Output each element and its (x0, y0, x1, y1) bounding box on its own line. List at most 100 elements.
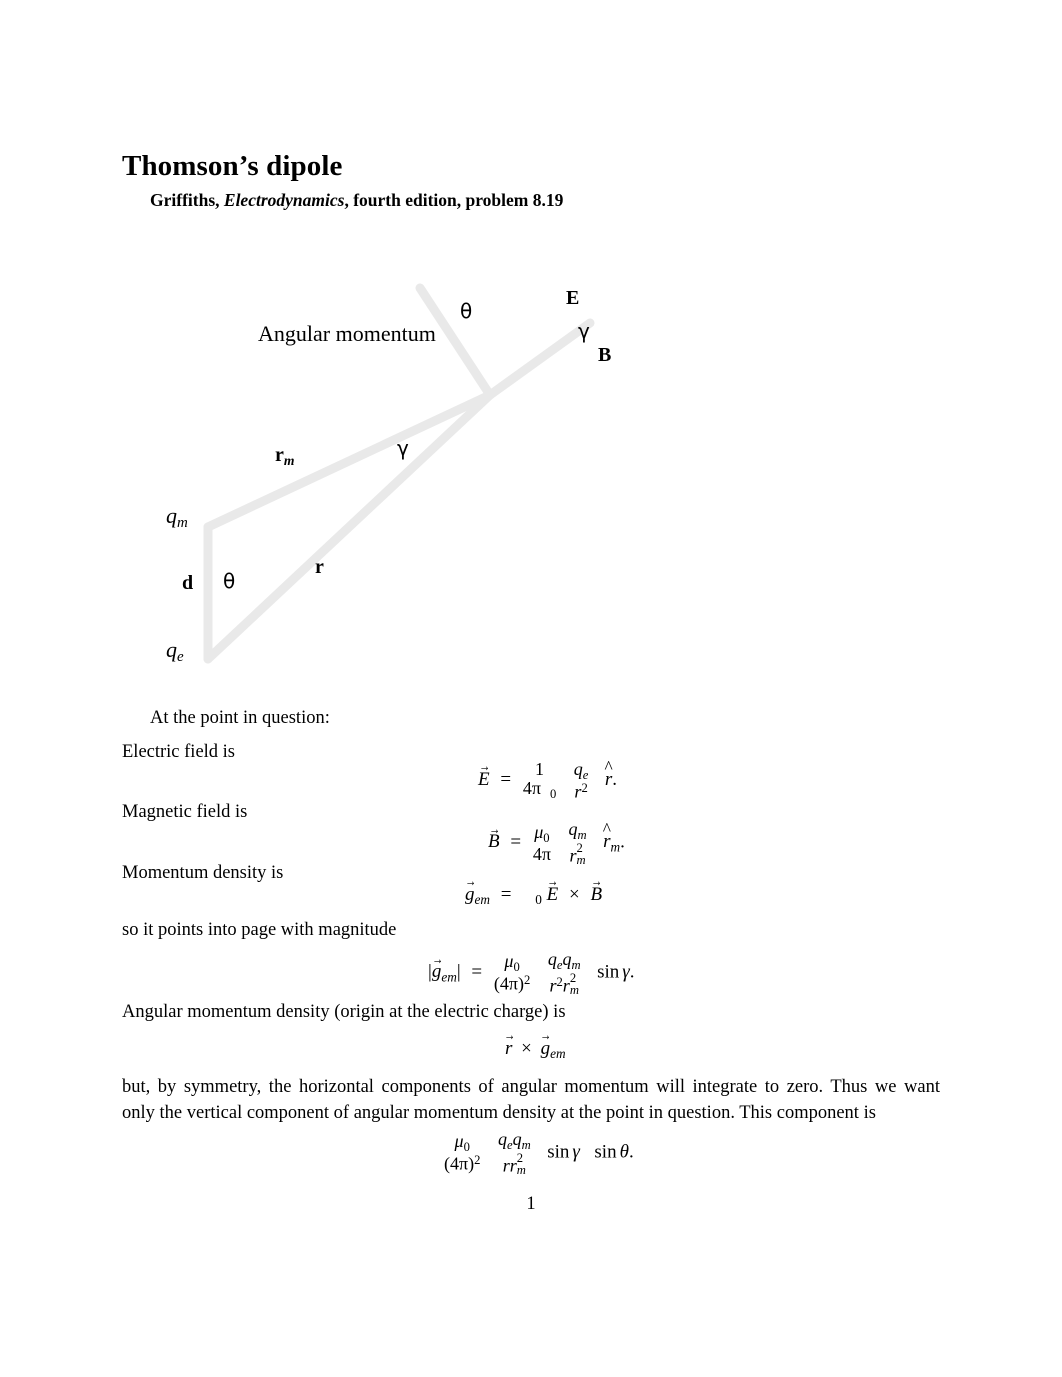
eq-gmag-period: . (629, 961, 635, 983)
eq-gmag-four-pi-exponent: 2 (524, 973, 531, 988)
figure-label-theta-bottom: θ (223, 569, 236, 593)
eq-gmag-qe: q (547, 949, 557, 969)
eq-gmag-bar-close: | (456, 961, 461, 983)
eq-B-numerator-mu: μ0 (533, 821, 551, 845)
eq-E-unit-vector: r (605, 769, 612, 791)
eq-vert-rm-subscript: m (516, 1162, 526, 1177)
eq-vert-r: r (502, 1155, 510, 1176)
eq-gmag-four-pi: (4π) (493, 973, 524, 994)
eq-vert-rm-sub-sup: 2m (516, 1152, 526, 1177)
eq-vert-four-pi: (4π) (444, 1153, 475, 1174)
eq-gmag-rm-subscript: m (569, 982, 579, 997)
eq-vert-qm-subscript: m (521, 1137, 531, 1152)
eq-vert-qm: q (512, 1129, 522, 1149)
eq-B-numerator-q: qm (568, 820, 586, 842)
figure-label-q-e-subscript: e (177, 649, 184, 666)
eq-vert-sin-gamma: sin (547, 1141, 570, 1163)
figure-label-q-e-main: q (166, 637, 177, 662)
eq-vert-sin-theta: sin (594, 1141, 617, 1163)
text-electric-field-lead: Electric field is (122, 742, 236, 762)
eq-gmag-mu-over-four-pi-squared: μ0 (4π)2 (494, 952, 530, 993)
equation-electric-field: E = 1 4π 0 qe r2 r. (478, 760, 617, 801)
equation-momentum-density: gem = 0 E × B (465, 884, 602, 908)
eq-B-mu-subscript: 0 (543, 830, 550, 845)
eq-gmag-charges-over-radii: qeqm r2r 2 m (548, 950, 581, 997)
eq-g-equals: = (500, 884, 512, 905)
eq-rxg-r-vector: r (505, 1038, 512, 1060)
eq-vert-theta: θ (619, 1141, 629, 1163)
eq-B-r-sub-sup: 2m (576, 842, 585, 867)
subtitle-author: Griffiths, (150, 190, 224, 210)
eq-vert-four-pi-exponent: 2 (474, 1153, 481, 1168)
document-subtitle: Griffiths, Electrodynamics, fourth editi… (150, 190, 563, 211)
text-closing-paragraph: but, by symmetry, the horizontal compone… (122, 1074, 940, 1127)
eq-B-unit-vector-subscript: m (610, 839, 621, 855)
page-number: 1 (526, 1194, 536, 1214)
equation-magnetic-field: B = μ0 4π qm r2m rm. (488, 820, 625, 867)
eq-B-mu: μ (534, 821, 544, 842)
figure-label-angular-momentum: Angular momentum (258, 321, 436, 346)
figure-label-q-m-main: q (166, 503, 177, 528)
eq-g-E-vector: E (547, 884, 559, 906)
eq-E-four-pi: 4π (522, 778, 541, 799)
eq-vert-gamma: γ (572, 1141, 580, 1163)
eq-gmag-denominator: (4π)2 (493, 973, 531, 994)
figure-label-q-m-subscript: m (177, 515, 188, 532)
eq-vert-mu-over-four-pi-squared: μ0 (4π)2 (444, 1132, 480, 1173)
eq-rxg-g-vector: g (541, 1038, 551, 1060)
eq-vert-period: . (628, 1141, 634, 1163)
equation-vertical-component: μ0 (4π)2 qeqm rr 2 m sin γ sin θ. (443, 1130, 634, 1177)
text-angular-momentum-lead: Angular momentum density (origin at the … (122, 1002, 566, 1022)
eq-B-period: . (620, 831, 625, 853)
figure-label-r-m: rm (275, 445, 294, 467)
closing-line-2: only the vertical component of angular m… (122, 1103, 876, 1124)
eq-E-equals: = (500, 769, 512, 791)
eq-E-lhs: E (478, 769, 490, 791)
eq-g-lhs-subscript: em (474, 891, 491, 907)
text-intro: At the point in question: (150, 708, 330, 728)
eq-E-numerator-one: 1 (535, 759, 545, 780)
r-vector-line (203, 390, 495, 664)
eq-B-denominator-r-m: r2m (568, 842, 586, 867)
eq-B-denominator-four-pi: 4π (532, 843, 551, 864)
eq-vert-denominator-radii: rr 2 m (498, 1152, 531, 1177)
eq-B-lhs: B (488, 831, 500, 853)
eq-E-q-subscript: e (582, 767, 589, 782)
eq-gmag-sin: sin (597, 961, 620, 983)
eq-rxg-cross-product: × (521, 1038, 532, 1059)
text-magnetic-field-lead: Magnetic field is (122, 802, 248, 822)
eq-gmag-numerator-charges: qeqm (548, 950, 581, 972)
eq-vert-rm: r (509, 1155, 517, 1176)
figure-label-gamma-mid: γ (397, 436, 409, 460)
dipole-diagram: Angular momentum θ E γ B rm γ qm d θ r q… (120, 255, 940, 680)
eq-B-unit-vector: r (603, 831, 610, 853)
equation-angular-momentum-density: r × gem (505, 1038, 566, 1062)
eq-gmag-gamma: γ (622, 961, 630, 983)
field-direction-line (485, 318, 595, 400)
subtitle-edition-problem: , fourth edition, problem 8.19 (344, 190, 564, 210)
eq-rxg-g-subscript: em (550, 1045, 566, 1061)
eq-gmag-qm-subscript: m (571, 957, 581, 972)
eq-gmag-mu-subscript: 0 (513, 960, 520, 975)
eq-gmag-lhs: g (432, 961, 442, 983)
document-page: Thomson’s dipole Griffiths, Electrodynam… (0, 0, 1062, 1377)
eq-vert-mu-subscript: 0 (463, 1140, 470, 1155)
eq-vert-mu: μ (454, 1131, 464, 1152)
eq-vert-denominator: (4π)2 (444, 1153, 481, 1174)
eq-g-lhs: g (465, 884, 475, 906)
figure-label-r: r (315, 556, 324, 578)
eq-B-r: r (569, 845, 577, 866)
eq-g-cross-product: × (569, 884, 580, 905)
text-momentum-density-lead: Momentum density is (122, 863, 284, 883)
eq-vert-numerator-charges: qeqm (498, 1130, 531, 1152)
eq-vert-numerator-mu: μ0 (444, 1132, 480, 1154)
subtitle-book-title: Electrodynamics (223, 190, 345, 210)
eq-E-period: . (612, 769, 618, 791)
eq-E-numerator-q: qe (574, 760, 589, 782)
eq-vert-charges-over-radii: qeqm rr 2 m (498, 1130, 531, 1177)
eq-gmag-lhs-subscript: em (441, 969, 457, 985)
eq-gmag-rm: r (562, 975, 570, 996)
eq-E-denominator-r: r2 (574, 780, 589, 801)
eq-E-r-exponent: 2 (581, 780, 588, 795)
eq-g-epsilon-subscript: 0 (535, 891, 542, 907)
